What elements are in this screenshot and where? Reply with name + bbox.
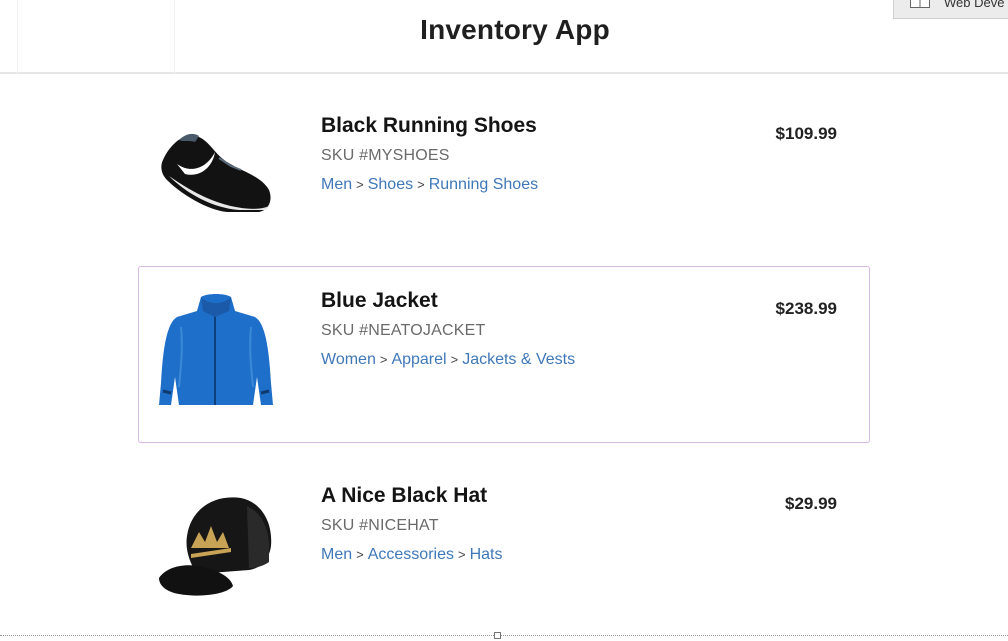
category-breadcrumb: Men > Shoes > Running Shoes — [321, 176, 538, 194]
product-name: Blue Jacket — [321, 289, 438, 312]
jacket-image — [157, 287, 275, 405]
breadcrumb-separator: > — [457, 547, 466, 562]
category-breadcrumb: Women > Apparel > Jackets & Vests — [321, 351, 575, 369]
breadcrumb-separator: > — [450, 352, 459, 367]
browser-tab-label: Web Deve — [944, 0, 1005, 10]
category-breadcrumb: Men > Accessories > Hats — [321, 546, 502, 564]
resize-handle[interactable] — [494, 632, 501, 639]
category-link[interactable]: Women — [321, 351, 376, 368]
category-link[interactable]: Men — [321, 546, 352, 563]
app-title: Inventory App — [420, 14, 610, 45]
breadcrumb-separator: > — [356, 547, 364, 562]
product-sku: SKU #NICEHAT — [321, 517, 439, 534]
product-price: $29.99 — [785, 494, 837, 513]
product-name: A Nice Black Hat — [321, 484, 488, 507]
product-sku: SKU #MYSHOES — [321, 147, 450, 164]
product-name: Black Running Shoes — [321, 114, 537, 137]
product-price: $238.99 — [775, 299, 837, 318]
product-price: $109.99 — [775, 124, 837, 143]
breadcrumb-separator: > — [417, 177, 425, 192]
hat-image — [157, 482, 275, 600]
category-link[interactable]: Apparel — [391, 351, 446, 368]
product-item[interactable]: Blue Jacket SKU #NEATOJACKET Women > Appar… — [138, 266, 870, 443]
breadcrumb-separator: > — [379, 352, 388, 367]
window-icon — [910, 0, 930, 8]
app-header: Inventory App — [0, 0, 1008, 74]
category-link[interactable]: Men — [321, 176, 352, 193]
product-sku: SKU #NEATOJACKET — [321, 322, 486, 339]
shoe-image — [157, 112, 275, 230]
product-item[interactable]: Black Running Shoes SKU #MYSHOES Men > Sho… — [138, 91, 870, 268]
category-link[interactable]: Jackets & Vests — [462, 351, 575, 368]
category-link[interactable]: Accessories — [368, 546, 454, 563]
browser-tab[interactable]: Web Deve — [893, 0, 1008, 19]
product-item[interactable]: A Nice Black Hat SKU #NICEHAT Men > Access… — [138, 461, 870, 638]
category-link[interactable]: Shoes — [368, 176, 413, 193]
category-link[interactable]: Hats — [470, 546, 503, 563]
page-divider — [0, 635, 1008, 636]
breadcrumb-separator: > — [356, 177, 364, 192]
category-link[interactable]: Running Shoes — [429, 176, 538, 193]
